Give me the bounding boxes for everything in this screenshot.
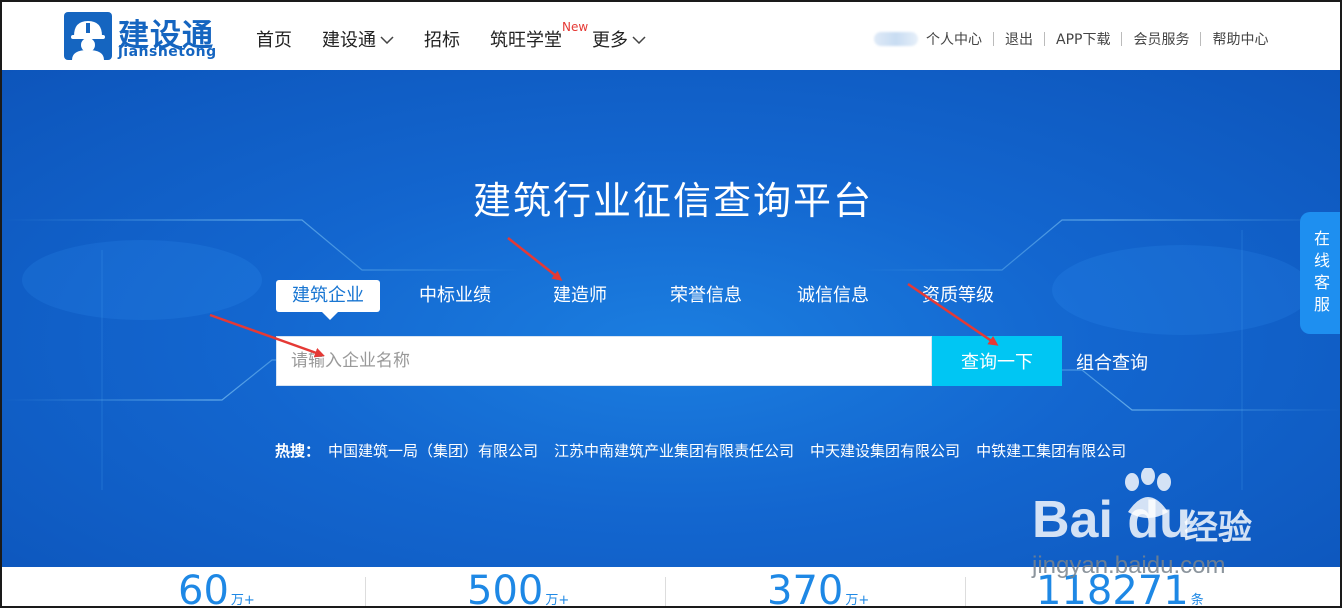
stat-item: 500 万+: [467, 567, 570, 608]
tab-integrity[interactable]: 诚信信息: [797, 280, 869, 312]
side-service-char: 服: [1313, 295, 1330, 314]
brand-logo[interactable]: 建设通 jianshetong: [64, 12, 229, 62]
nav-academy[interactable]: 筑旺学堂: [490, 26, 562, 52]
stat-item: 118271 条: [1036, 567, 1204, 608]
link-help-center[interactable]: 帮助中心: [1212, 32, 1268, 48]
chevron-down-icon: [632, 28, 646, 49]
link-user-center[interactable]: 个人中心: [926, 32, 982, 48]
nav-home-label: 首页: [256, 30, 292, 51]
stat-unit: 万+: [845, 593, 870, 608]
nav-more[interactable]: 更多: [592, 26, 646, 52]
stat-number: 370: [767, 568, 844, 608]
brand-sub: jianshetong: [118, 44, 217, 60]
hot-search-item[interactable]: 中铁建工集团有限公司: [976, 442, 1126, 460]
nav-home[interactable]: 首页: [256, 26, 292, 52]
nav-bidding[interactable]: 招标: [424, 26, 460, 52]
stat-unit: 条: [1190, 593, 1204, 608]
link-logout[interactable]: 退出: [1005, 32, 1033, 48]
top-header: 建设通 jianshetong 首页 建设通 招标 筑旺学堂 更多 New 个人…: [2, 2, 1340, 70]
side-service-char: 客: [1313, 273, 1330, 292]
link-member-service[interactable]: 会员服务: [1133, 32, 1189, 48]
tab-construction-company[interactable]: 建筑企业: [276, 280, 380, 320]
divider: [665, 577, 666, 606]
stat-number: 118271: [1036, 568, 1189, 608]
helmet-icon: [64, 12, 112, 60]
divider: [1044, 32, 1045, 46]
hero-title: 建筑行业征信查询平台: [472, 179, 873, 223]
divider: [993, 32, 994, 46]
divider: [365, 577, 366, 606]
hero-background-lines: [2, 219, 1340, 490]
side-service-char: 在: [1313, 229, 1330, 248]
tab-qualification[interactable]: 资质等级: [922, 280, 994, 312]
hero-search-section: 建筑行业征信查询平台 建筑企业 中标业绩 建造师 荣誉信息 诚信信息 资质等级 …: [2, 70, 1340, 567]
nav-more-label: 更多: [592, 30, 628, 51]
stat-unit: 万+: [230, 593, 255, 608]
nav-jianshetong-label: 建设通: [322, 30, 376, 51]
hot-searches-label: 热搜：: [275, 442, 321, 460]
username-blurred: [874, 32, 918, 46]
tab-constructor[interactable]: 建造师: [553, 280, 607, 312]
hot-search-item[interactable]: 中国建筑一局（集团）有限公司: [328, 442, 538, 460]
new-badge: New: [562, 20, 589, 34]
stats-bar: 60 万+ 500 万+ 370 万+ 118271 条: [2, 567, 1340, 608]
stat-unit: 万+: [545, 593, 570, 608]
nav-academy-label: 筑旺学堂: [490, 30, 562, 51]
stat-item: 60 万+: [178, 567, 255, 608]
stat-number: 60: [178, 568, 229, 608]
hot-search-item[interactable]: 江苏中南建筑产业集团有限责任公司: [554, 442, 794, 460]
divider: [1121, 32, 1123, 46]
page-frame: 建设通 jianshetong 首页 建设通 招标 筑旺学堂 更多 New 个人…: [0, 0, 1342, 608]
company-search-input[interactable]: [276, 336, 932, 386]
hot-search-item[interactable]: 中天建设集团有限公司: [810, 442, 960, 460]
stat-number: 500: [467, 568, 544, 608]
tab-winning-bids[interactable]: 中标业绩: [419, 280, 491, 312]
combined-query-link[interactable]: 组合查询: [1076, 349, 1148, 375]
nav-jianshetong[interactable]: 建设通: [322, 26, 394, 52]
side-service-char: 线: [1313, 251, 1330, 270]
online-service-button[interactable]: 在 线 客 服: [1300, 212, 1340, 334]
nav-bidding-label: 招标: [424, 30, 460, 51]
top-links: 个人中心 退出 APP下载 会员服务 帮助中心: [874, 29, 1268, 49]
stat-item: 370 万+: [767, 567, 870, 608]
search-button[interactable]: 查询一下: [932, 336, 1062, 386]
chevron-down-icon: [380, 28, 394, 49]
hot-searches: 热搜： 中国建筑一局（集团）有限公司 江苏中南建筑产业集团有限责任公司 中天建设集团有…: [275, 440, 1142, 461]
divider: [965, 577, 966, 606]
tab-honors[interactable]: 荣誉信息: [670, 280, 742, 312]
link-app-download[interactable]: APP下载: [1056, 32, 1110, 48]
divider: [1200, 32, 1202, 46]
